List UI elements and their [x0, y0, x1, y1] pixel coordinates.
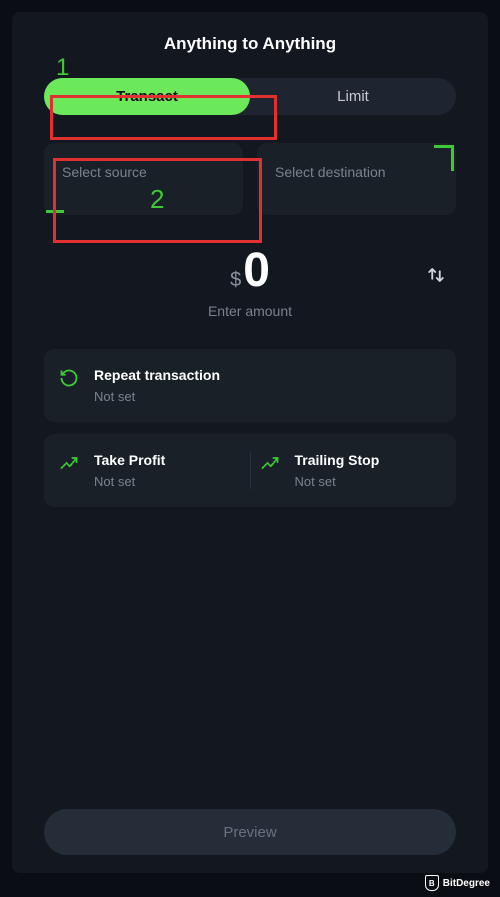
annotation-marker-1: 1	[56, 54, 69, 82]
corner-accent	[46, 210, 64, 213]
trailing-stop-option[interactable]: Trailing Stop Not set	[259, 452, 443, 489]
mode-tabs: Transact Limit	[44, 78, 456, 115]
corner-accent	[451, 145, 454, 171]
trailing-stop-icon	[259, 452, 281, 474]
watermark: B BitDegree	[425, 875, 490, 891]
tab-limit[interactable]: Limit	[250, 78, 456, 115]
trailing-stop-title: Trailing Stop	[295, 452, 380, 468]
amount-section: $ 0 Enter amount	[44, 247, 456, 319]
repeat-title: Repeat transaction	[94, 367, 220, 383]
repeat-status: Not set	[94, 389, 220, 404]
take-profit-option[interactable]: Take Profit Not set	[58, 452, 242, 489]
watermark-label: BitDegree	[443, 878, 490, 889]
amount-hint: Enter amount	[44, 303, 456, 319]
profit-stop-row: Take Profit Not set Trailing Stop Not se…	[44, 434, 456, 507]
select-destination-label: Select destination	[275, 163, 438, 181]
shield-icon: B	[425, 875, 439, 891]
repeat-transaction-row[interactable]: Repeat transaction Not set	[44, 349, 456, 422]
preview-button[interactable]: Preview	[44, 809, 456, 855]
page-title: Anything to Anything	[44, 34, 456, 54]
trailing-stop-status: Not set	[295, 474, 380, 489]
take-profit-status: Not set	[94, 474, 165, 489]
divider	[250, 452, 251, 489]
take-profit-title: Take Profit	[94, 452, 165, 468]
amount-display[interactable]: $ 0	[230, 247, 270, 295]
amount-value: 0	[243, 247, 270, 295]
select-destination-button[interactable]: Select destination	[257, 143, 456, 215]
select-source-label: Select source	[62, 163, 225, 181]
currency-symbol: $	[230, 269, 241, 292]
repeat-transaction-option[interactable]: Repeat transaction Not set	[58, 367, 442, 404]
repeat-icon	[58, 367, 80, 389]
select-source-button[interactable]: Select source	[44, 143, 243, 215]
tab-transact[interactable]: Transact	[44, 78, 250, 115]
asset-selectors: Select source Select destination	[44, 143, 456, 215]
swap-icon[interactable]	[422, 261, 450, 289]
annotation-marker-2: 2	[150, 184, 164, 215]
take-profit-icon	[58, 452, 80, 474]
corner-accent	[434, 145, 454, 148]
